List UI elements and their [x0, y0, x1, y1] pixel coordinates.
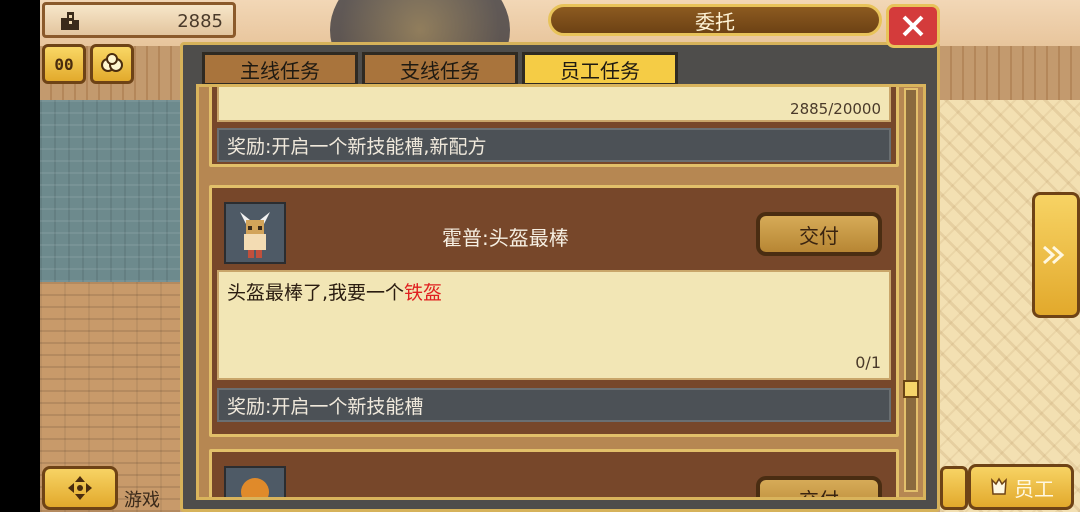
money-value: 2885 — [177, 11, 223, 32]
character-icon — [241, 478, 269, 497]
dpad-icon — [68, 476, 92, 500]
gems-icon — [101, 53, 123, 72]
next-button[interactable] — [1032, 192, 1080, 318]
deliver-button[interactable]: 交付 — [756, 212, 882, 256]
pause-icon: 00 — [54, 54, 74, 74]
bottom-menu-button[interactable] — [940, 466, 968, 510]
avatar — [224, 466, 286, 497]
stone-floor — [40, 100, 180, 282]
task-reward: 奖励:开启一个新技能槽,新配方 — [217, 128, 891, 162]
task-progress: 2885/20000 — [790, 100, 881, 118]
horned-helmet-character-icon — [240, 212, 270, 258]
task-reward: 奖励:开启一个新技能槽 — [217, 388, 891, 422]
wall-right — [940, 46, 1080, 103]
money-display: 2885 — [42, 2, 236, 38]
close-button[interactable] — [886, 4, 940, 48]
dialog-title: 委托 — [548, 4, 882, 36]
tab-side-quest[interactable]: 支线任务 — [362, 52, 518, 86]
bottom-hint-text: 游戏 — [124, 490, 160, 511]
pause-button[interactable]: 00 — [42, 44, 86, 84]
task-desc-item: 铁盔 — [404, 282, 443, 304]
task-card: 霍普:头盔最棒 交付 头盔最棒了,我要一个铁盔 0/1 奖励:开启一个新技能槽 — [209, 185, 899, 437]
task-description: 头盔最棒了,我要一个铁盔 0/1 — [217, 270, 891, 380]
gems-button[interactable] — [90, 44, 134, 84]
task-description: 2885/20000 — [217, 87, 891, 122]
staff-icon — [991, 477, 1007, 495]
task-card: 交付 — [209, 449, 899, 497]
task-title: 霍普:头盔最棒 — [442, 226, 569, 250]
building-icon — [61, 12, 79, 30]
scrollbar-thumb[interactable] — [903, 380, 919, 398]
avatar — [224, 202, 286, 264]
tab-main-quest[interactable]: 主线任务 — [202, 52, 358, 86]
task-card: 2885/20000 奖励:开启一个新技能槽,新配方 — [209, 87, 899, 167]
task-desc-text: 头盔最棒了,我要一个 — [227, 282, 405, 304]
move-button[interactable] — [42, 466, 118, 510]
tab-staff-quest[interactable]: 员工任务 — [522, 52, 678, 86]
double-chevron-right-icon — [1043, 245, 1065, 265]
deliver-button[interactable]: 交付 — [756, 476, 882, 497]
staff-button[interactable]: 员工 — [968, 464, 1074, 510]
task-list[interactable]: 2885/20000 奖励:开启一个新技能槽,新配方 霍普:头盔最棒 交付 头盔… — [196, 84, 926, 500]
task-progress: 0/1 — [855, 353, 881, 372]
scrollbar[interactable] — [904, 88, 918, 492]
staff-label: 员工 — [1014, 476, 1054, 501]
close-icon — [902, 15, 924, 37]
